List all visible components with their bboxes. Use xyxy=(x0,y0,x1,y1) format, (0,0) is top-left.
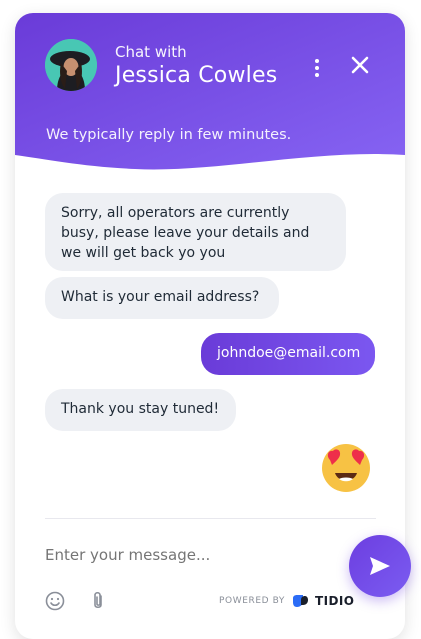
operator-message: Sorry, all operators are currently busy,… xyxy=(45,193,346,271)
close-icon[interactable] xyxy=(349,54,371,76)
tidio-logo-icon xyxy=(293,595,309,607)
chat-widget: Chat with Jessica Cowles We typically re… xyxy=(15,13,405,639)
visitor-message: johndoe@email.com xyxy=(201,333,375,375)
more-vertical-icon[interactable] xyxy=(311,57,323,79)
agent-name: Jessica Cowles xyxy=(115,63,278,88)
powered-by-label: POWERED BY xyxy=(219,596,286,606)
send-icon xyxy=(370,557,390,575)
composer-divider xyxy=(45,518,376,519)
message-input[interactable] xyxy=(45,543,345,567)
heart-eyes-emoji xyxy=(318,438,374,494)
powered-by: POWERED BY TIDIO xyxy=(219,593,354,609)
reply-time-notice: We typically reply in few minutes. xyxy=(46,127,292,143)
paperclip-icon[interactable] xyxy=(90,590,106,616)
send-button[interactable] xyxy=(349,535,411,597)
operator-message: What is your email address? xyxy=(45,277,279,319)
operator-message: Thank you stay tuned! xyxy=(45,389,236,431)
tidio-brand: TIDIO xyxy=(315,594,355,608)
chat-with-label: Chat with xyxy=(115,43,187,61)
chat-header: Chat with Jessica Cowles We typically re… xyxy=(15,13,405,183)
smile-icon[interactable] xyxy=(45,591,65,615)
agent-avatar xyxy=(45,39,97,91)
